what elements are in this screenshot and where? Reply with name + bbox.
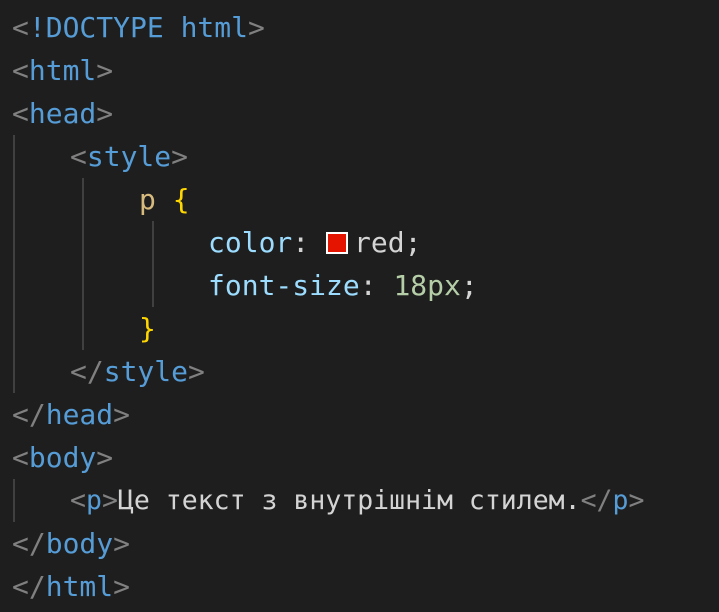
bracket-close: >	[113, 527, 131, 560]
semicolon: ;	[460, 269, 478, 302]
code-line-style-open[interactable]: <style>	[0, 135, 188, 178]
bracket-open: <	[70, 140, 87, 173]
bracket-open: </	[70, 355, 104, 388]
brace-close: }	[139, 312, 156, 345]
bracket-open: <	[12, 54, 29, 87]
css-property: color	[208, 226, 293, 259]
code-line-doctype[interactable]: <!DOCTYPE html>	[0, 6, 265, 49]
css-selector: p	[139, 183, 156, 216]
bracket-close: >	[96, 54, 114, 87]
color-swatch-icon[interactable]	[326, 232, 349, 254]
css-value: red	[354, 226, 405, 259]
bracket-close: >	[113, 398, 131, 431]
tag-name: html	[45, 570, 114, 603]
doctype-keyword: !DOCTYPE	[28, 11, 164, 44]
bracket-close: >	[96, 441, 114, 474]
bracket-close: >	[171, 140, 189, 173]
doctype-html: html	[180, 11, 249, 44]
bracket-open: </	[12, 527, 46, 560]
bracket-open: <	[12, 97, 29, 130]
tag-name: style	[86, 140, 172, 173]
paragraph-text: Це текст з внутрішнім стилем.	[117, 485, 581, 516]
code-line-brace-close[interactable]: }	[0, 307, 156, 350]
colon: :	[359, 269, 377, 302]
code-line-body-open[interactable]: <body>	[0, 436, 113, 479]
bracket-open: <	[70, 485, 86, 516]
colon: :	[292, 226, 310, 259]
bracket-close: >	[188, 355, 205, 388]
bracket-open: <	[12, 441, 29, 474]
code-line-paragraph[interactable]: <p>Це текст з внутрішнім стилем.</p>	[0, 479, 644, 522]
tag-name: html	[28, 54, 97, 87]
bracket-open: <	[12, 11, 29, 44]
bracket-open: </	[12, 570, 46, 603]
tag-name: head	[28, 97, 97, 130]
semicolon: ;	[404, 226, 422, 259]
css-number-value: 18px	[393, 269, 461, 302]
tag-name: p	[612, 485, 629, 516]
bracket-open: </	[12, 398, 46, 431]
code-line-html-open[interactable]: <html>	[0, 49, 113, 92]
bracket-close: >	[628, 485, 645, 516]
code-line-body-close[interactable]: </body>	[0, 522, 130, 565]
tag-name: body	[28, 441, 97, 474]
bracket-open: </	[580, 485, 613, 516]
bracket-close: >	[248, 11, 265, 44]
code-line-style-close[interactable]: </style>	[0, 350, 205, 393]
code-line-head-close[interactable]: </head>	[0, 393, 130, 436]
tag-name: body	[45, 527, 114, 560]
bracket-close: >	[113, 570, 131, 603]
brace-open: {	[172, 183, 190, 216]
code-editor[interactable]: <!DOCTYPE html> <html> <head> <style> p …	[0, 0, 719, 612]
code-line-color[interactable]: color: red;	[0, 221, 421, 264]
code-line-html-close[interactable]: </html>	[0, 565, 130, 608]
tag-name: style	[103, 355, 189, 388]
tag-name: head	[45, 398, 114, 431]
bracket-close: >	[101, 485, 118, 516]
bracket-close: >	[96, 97, 114, 130]
css-property: font-size	[208, 269, 360, 302]
tag-name: p	[85, 485, 102, 516]
code-line-selector[interactable]: p {	[0, 178, 190, 221]
code-line-head-open[interactable]: <head>	[0, 92, 113, 135]
code-line-font-size[interactable]: font-size: 18px;	[0, 264, 478, 307]
